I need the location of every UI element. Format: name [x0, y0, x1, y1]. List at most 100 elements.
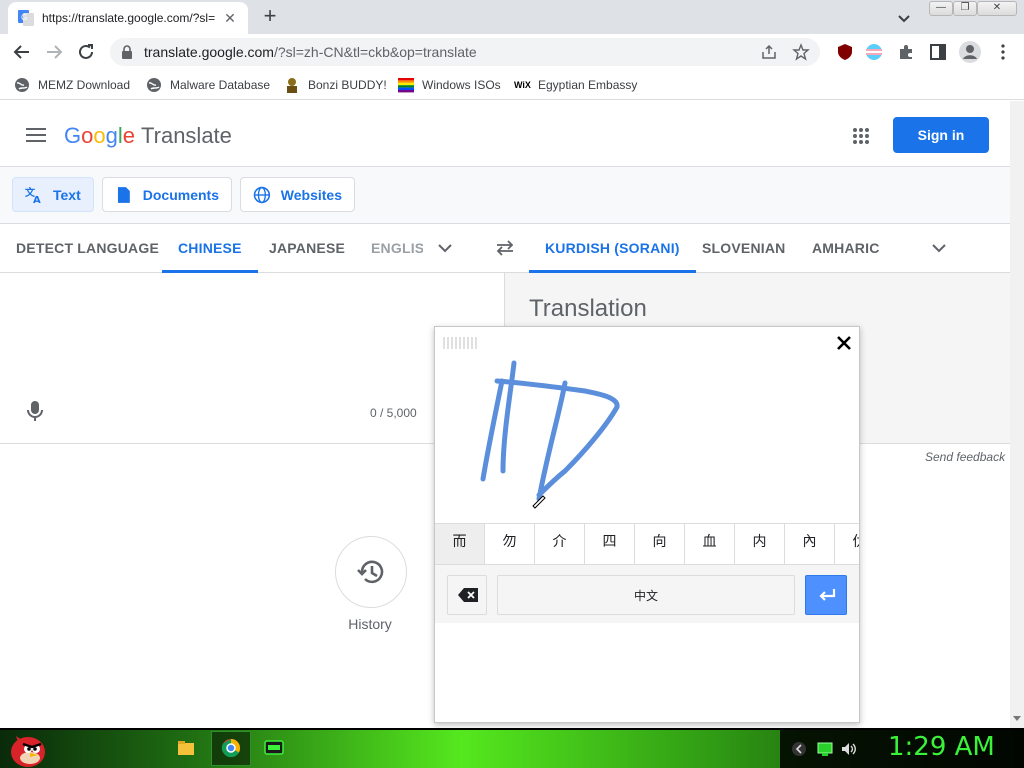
ublock-extension-icon[interactable] [836, 43, 854, 61]
back-arrow-icon[interactable] [10, 40, 34, 64]
sign-in-button[interactable]: Sign in [893, 117, 989, 153]
bookmark-egyptian-embassy[interactable]: WiX Egyptian Embassy [514, 76, 637, 94]
bookmark-label: Egyptian Embassy [538, 78, 638, 92]
bookmark-star-icon[interactable] [792, 43, 810, 61]
network-icon[interactable] [817, 741, 833, 757]
chrome-menu-icon[interactable] [994, 43, 1012, 61]
google-translate-favicon: G [18, 10, 34, 26]
enter-button[interactable] [805, 575, 847, 615]
mode-selector-bar: 文 A Text Documents Websites [0, 167, 1010, 224]
reload-icon[interactable] [74, 40, 98, 64]
text-mode-button[interactable]: 文 A Text [12, 177, 94, 212]
source-text-area[interactable]: 0 / 5,000 [0, 273, 504, 444]
target-lang-kurdish-sorani[interactable]: KURDISH (SORANI) [529, 224, 696, 273]
microphone-icon[interactable] [26, 400, 44, 422]
documents-mode-button[interactable]: Documents [102, 177, 232, 212]
angry-bird-start-icon[interactable] [4, 728, 48, 768]
globe-icon [15, 78, 29, 92]
restore-button[interactable]: ❐ [953, 1, 977, 16]
bookmark-label: Bonzi BUDDY! [308, 78, 387, 92]
candidate-char[interactable]: 介 [535, 524, 585, 564]
documents-mode-label: Documents [142, 186, 219, 203]
svg-text:G: G [21, 13, 27, 22]
handwriting-ink [480, 360, 620, 502]
panel-drag-handle[interactable] [443, 337, 479, 349]
taskbar-clock[interactable]: 1:29 AM [888, 732, 995, 762]
bookmark-memz-download[interactable]: MEMZ Download [14, 76, 130, 94]
target-lang-slovenian[interactable]: SLOVENIAN [702, 224, 785, 272]
target-lang-amharic[interactable]: AMHARIC [812, 224, 880, 272]
send-feedback-link[interactable]: Send feedback [925, 450, 1005, 464]
globe-icon [147, 78, 161, 92]
tab-search-chevron-icon[interactable] [894, 8, 914, 28]
address-bar[interactable]: translate.google.com/?sl=zh-CN&tl=ckb&op… [110, 38, 820, 66]
candidate-char[interactable]: 向 [635, 524, 685, 564]
lock-icon[interactable] [120, 45, 134, 59]
bookmark-label: Malware Database [170, 78, 271, 92]
source-lang-japanese[interactable]: JAPANESE [269, 224, 345, 272]
tab-strip: G https://translate.google.com/?sl= ✕ + … [0, 0, 1024, 34]
target-lang-more-chevron-icon[interactable] [931, 240, 947, 256]
source-lang-chinese[interactable]: CHINESE [162, 224, 258, 273]
svg-text:A: A [33, 195, 41, 204]
volume-icon[interactable] [841, 741, 857, 757]
forward-arrow-icon[interactable] [42, 40, 66, 64]
product-name: Translate [141, 123, 232, 148]
enter-icon [819, 589, 836, 601]
close-window-button[interactable]: ✕ [977, 1, 1017, 16]
source-lang-english[interactable]: ENGLIS [371, 224, 423, 272]
backspace-button[interactable] [447, 575, 487, 615]
page-scrollbar[interactable] [1010, 101, 1024, 728]
space-button[interactable]: 中文 [497, 575, 795, 615]
tab-close-icon[interactable]: ✕ [222, 10, 238, 27]
candidate-char[interactable]: 內 [785, 524, 835, 564]
profile-avatar-icon[interactable] [959, 41, 981, 63]
history-button[interactable] [335, 536, 407, 608]
bookmark-bonzi-buddy[interactable]: Bonzi BUDDY! [284, 76, 387, 94]
candidate-char[interactable]: 内 [735, 524, 785, 564]
browser-toolbar: translate.google.com/?sl=zh-CN&tl=ckb&op… [0, 34, 1024, 98]
chrome-icon[interactable] [215, 733, 247, 763]
logo-letter: e [122, 123, 136, 148]
bookmark-label: Windows ISOs [422, 78, 501, 92]
candidate-char[interactable]: 而 [435, 524, 485, 564]
new-tab-button[interactable]: + [258, 5, 282, 29]
swap-languages-icon[interactable] [495, 238, 515, 258]
terminal-app-icon[interactable] [258, 733, 290, 763]
side-panel-icon[interactable] [929, 43, 947, 61]
candidate-char[interactable]: 血 [685, 524, 735, 564]
source-lang-detect[interactable]: DETECT LANGUAGE [16, 224, 159, 272]
handwriting-canvas[interactable] [435, 355, 859, 523]
share-icon[interactable] [760, 43, 778, 61]
handwriting-input-panel[interactable]: 而 勿 介 四 向 血 内 內 仂 中文 [434, 326, 860, 723]
hamburger-menu-icon[interactable] [26, 127, 46, 143]
browser-tab[interactable]: G https://translate.google.com/?sl= ✕ [8, 2, 248, 34]
scroll-down-arrow-icon[interactable] [1013, 715, 1021, 723]
apps-grid-icon[interactable] [852, 127, 870, 145]
close-icon[interactable] [836, 335, 852, 351]
globe-icon [253, 186, 271, 203]
pride-flag-extension-icon[interactable] [865, 43, 883, 61]
websites-mode-button[interactable]: Websites [240, 177, 355, 212]
logo-letter: G [64, 123, 82, 148]
bookmark-windows-isos[interactable]: Windows ISOs [398, 76, 501, 94]
google-translate-logo[interactable]: Google Translate [64, 123, 232, 149]
document-icon [117, 186, 130, 203]
source-lang-more-chevron-icon[interactable] [437, 240, 453, 256]
puzzle-extensions-icon[interactable] [897, 43, 915, 61]
wix-icon: WiX [514, 80, 531, 90]
history-label: History [348, 616, 392, 632]
candidate-char[interactable]: 仂 [835, 524, 860, 564]
character-candidates: 而 勿 介 四 向 血 内 內 仂 [435, 523, 859, 565]
candidate-char[interactable]: 四 [585, 524, 635, 564]
url-text: translate.google.com/?sl=zh-CN&tl=ckb&op… [144, 44, 477, 60]
bookmark-malware-database[interactable]: Malware Database [146, 76, 270, 94]
file-explorer-icon[interactable] [170, 733, 202, 763]
minimize-button[interactable]: — [929, 1, 953, 16]
text-mode-label: Text [53, 186, 81, 203]
language-bar: DETECT LANGUAGE CHINESE JAPANESE ENGLIS … [0, 224, 1010, 273]
show-hidden-icons-chevron-icon[interactable] [791, 741, 807, 757]
character-count: 0 / 5,000 [370, 406, 417, 420]
url-host: translate.google.com [144, 44, 274, 60]
candidate-char[interactable]: 勿 [485, 524, 535, 564]
